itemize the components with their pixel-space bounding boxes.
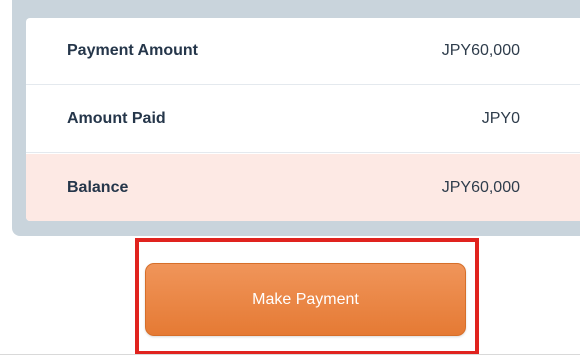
payment-amount-label: Payment Amount xyxy=(67,42,198,59)
balance-label: Balance xyxy=(67,178,129,196)
amount-paid-label: Amount Paid xyxy=(67,110,166,127)
balance-row: Balance JPY60,000 xyxy=(26,154,580,221)
payment-amount-value: JPY60,000 xyxy=(441,42,520,59)
payment-amount-row: Payment Amount JPY60,000 xyxy=(26,18,580,85)
divider xyxy=(0,354,580,355)
balance-value: JPY60,000 xyxy=(441,178,520,196)
amount-paid-row: Amount Paid JPY0 xyxy=(26,86,580,153)
make-payment-button[interactable]: Make Payment xyxy=(145,263,466,336)
amount-paid-value: JPY0 xyxy=(481,110,520,127)
payment-summary-card: Payment Amount JPY60,000 Amount Paid JPY… xyxy=(26,18,580,221)
